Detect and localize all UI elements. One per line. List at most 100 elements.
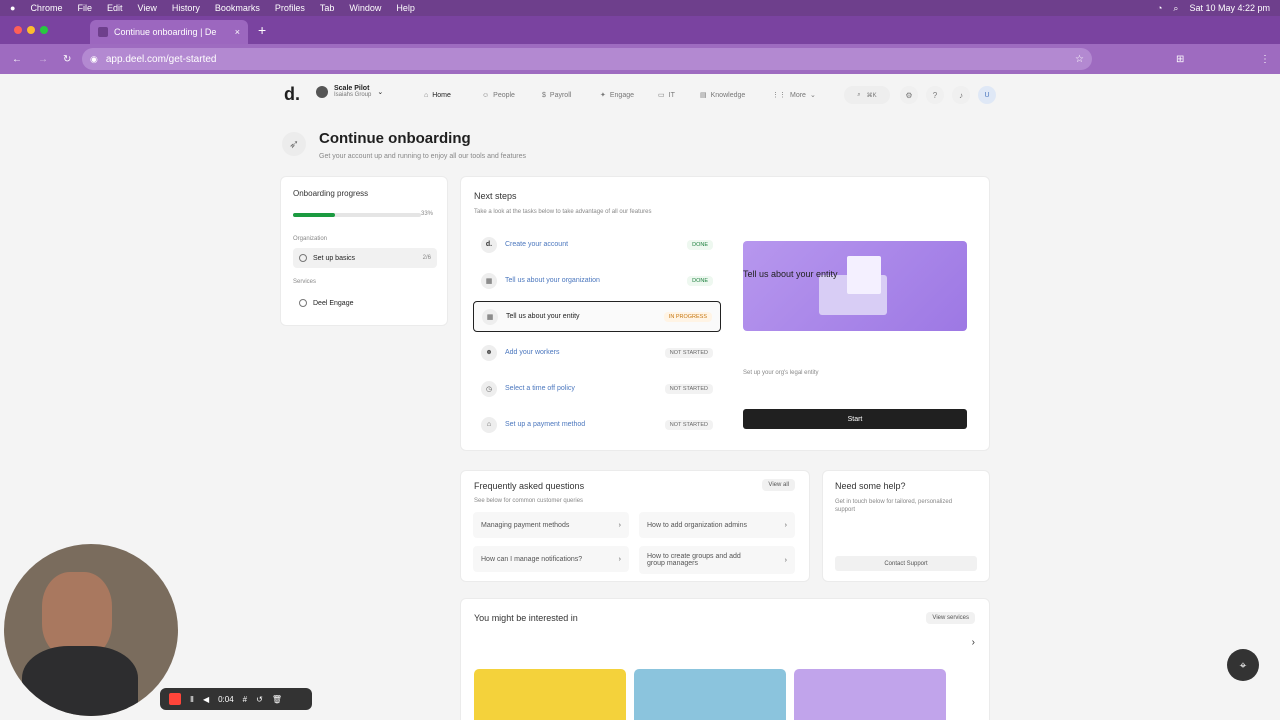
setup-basics-label: Set up basics: [313, 254, 356, 262]
person-jacket: [22, 646, 138, 716]
menu-chrome[interactable]: Chrome: [30, 3, 62, 13]
search-button[interactable]: ⌕ ⌘K: [844, 86, 890, 104]
reload-icon[interactable]: ↻: [63, 54, 71, 65]
step-organization[interactable]: ▦ Tell us about your organization DONE: [473, 265, 721, 296]
nav-knowledge[interactable]: ▤ Knowledge: [700, 86, 745, 104]
macos-menu-bar: ● Chrome File Edit View History Bookmark…: [0, 0, 1280, 16]
contact-support-button[interactable]: Contact Support: [835, 556, 977, 571]
engage-icon: ✦: [600, 92, 606, 99]
service-card[interactable]: [794, 669, 946, 720]
help-button[interactable]: ?: [926, 86, 944, 104]
forward-icon[interactable]: →: [38, 54, 48, 65]
faq-view-all-button[interactable]: View all: [762, 479, 795, 491]
nav-payroll[interactable]: $ Payroll: [542, 86, 571, 104]
payroll-icon: $: [542, 91, 546, 99]
menu-bookmarks[interactable]: Bookmarks: [215, 3, 260, 13]
wifi-icon[interactable]: ◔: [1157, 3, 1162, 13]
setup-basics-item[interactable]: Set up basics 2/6: [293, 248, 437, 268]
chevron-right-icon: ›: [784, 521, 787, 529]
avatar[interactable]: U: [978, 86, 996, 104]
progress-ring-icon: [299, 254, 307, 262]
menu-file[interactable]: File: [77, 3, 92, 13]
people-icon: ☺: [482, 91, 490, 99]
nav-people[interactable]: ☺ People: [482, 86, 515, 104]
chevron-right-icon: ›: [784, 556, 787, 564]
trash-icon[interactable]: 🗑: [272, 695, 282, 704]
service-card[interactable]: [474, 669, 626, 720]
services-label: Services: [293, 279, 317, 285]
step-create-account[interactable]: d. Create your account DONE: [473, 229, 721, 260]
webcam-overlay: [4, 544, 178, 716]
grid-icon[interactable]: #: [243, 695, 247, 704]
browser-tab[interactable]: Continue onboarding | De ×: [90, 20, 248, 44]
laptop-icon: ▭: [658, 92, 665, 99]
next-steps-title: Next steps: [474, 191, 517, 201]
notifications-button[interactable]: ♪: [952, 86, 970, 104]
carousel-next-icon[interactable]: ›: [972, 637, 975, 648]
faq-item[interactable]: How can I manage notifications? ›: [473, 546, 629, 572]
nav-engage[interactable]: ✦ Engage: [600, 86, 634, 104]
restart-icon[interactable]: ↺: [256, 695, 263, 704]
help-description: Get in touch below for tailored, persona…: [835, 499, 953, 513]
faq-item-label: How to create groups and add group manag…: [647, 553, 741, 567]
deel-logo[interactable]: d.: [284, 84, 300, 105]
browser-menu-icon[interactable]: ⋮: [1260, 54, 1270, 65]
menu-profiles[interactable]: Profiles: [275, 3, 305, 13]
faq-subtitle: See below for common customer queries: [474, 498, 584, 504]
scroll-top-button[interactable]: ⌖: [1227, 649, 1259, 681]
entity-card-description: Set up your org's legal entity: [743, 370, 819, 376]
entity-illustration: [743, 241, 967, 331]
menu-history[interactable]: History: [172, 3, 200, 13]
site-info-icon[interactable]: ◉: [90, 54, 98, 65]
progress-bar: [293, 213, 421, 217]
browser-tab-bar: Continue onboarding | De × +: [0, 16, 1280, 44]
workspace-switcher[interactable]: Scale Pilot Isaiahs Group ⌄: [316, 85, 383, 98]
rocket-icon: ➶: [282, 132, 306, 156]
record-stop-icon[interactable]: [169, 693, 181, 705]
search-icon[interactable]: ⌕: [1173, 3, 1178, 14]
deel-page: d. Scale Pilot Isaiahs Group ⌄ ⌂ Home ☺ P…: [0, 74, 1280, 720]
entity-card-title: Tell us about your entity: [743, 269, 838, 279]
nav-home[interactable]: ⌂ Home: [424, 86, 451, 104]
step-time-off[interactable]: ◷ Select a time off policy NOT STARTED: [473, 373, 721, 404]
close-tab-icon[interactable]: ×: [235, 27, 240, 37]
step-workers[interactable]: ☻ Add your workers NOT STARTED: [473, 337, 721, 368]
faq-item[interactable]: How to add organization admins ›: [639, 512, 795, 538]
menu-window[interactable]: Window: [349, 3, 381, 13]
nav-more[interactable]: ⋮⋮ More ⌄: [772, 86, 816, 104]
minimize-window-icon[interactable]: [27, 26, 35, 34]
menu-view[interactable]: View: [137, 3, 156, 13]
nav-it[interactable]: ▭ IT: [658, 86, 675, 104]
menu-help[interactable]: Help: [396, 3, 415, 13]
next-steps-subtitle: Take a look at the tasks below to take a…: [474, 209, 652, 215]
workers-icon: ☻: [481, 344, 497, 361]
back-icon[interactable]: ←: [12, 54, 22, 65]
nav-label: Payroll: [549, 91, 572, 99]
step-entity[interactable]: ▦ Tell us about your entity IN PROGRESS: [473, 301, 721, 332]
interest-title: You might be interested in: [474, 613, 578, 623]
view-services-button[interactable]: View services: [926, 612, 975, 624]
bookmark-star-icon[interactable]: ☆: [1075, 54, 1084, 65]
url-field[interactable]: ◉ app.deel.com/get-started ☆: [82, 48, 1092, 70]
close-window-icon[interactable]: [14, 26, 22, 34]
apple-icon[interactable]: ●: [10, 3, 15, 13]
step-payment[interactable]: ⌂ Set up a payment method NOT STARTED: [473, 409, 721, 440]
extensions-icon[interactable]: ⊞: [1176, 54, 1184, 65]
faq-item[interactable]: Managing payment methods ›: [473, 512, 629, 538]
rewind-icon[interactable]: ◀: [203, 695, 209, 704]
faq-item-label: Managing payment methods: [481, 521, 570, 529]
menu-tab[interactable]: Tab: [320, 3, 335, 13]
new-tab-icon[interactable]: +: [258, 22, 266, 38]
service-card[interactable]: [634, 669, 786, 720]
menu-edit[interactable]: Edit: [107, 3, 123, 13]
settings-button[interactable]: ⚙: [900, 86, 918, 104]
book-icon: ▤: [700, 92, 707, 99]
workspace-name: Scale Pilot: [334, 85, 370, 92]
pause-icon[interactable]: Ⅱ: [190, 695, 194, 704]
clock[interactable]: Sat 10 May 4:22 pm: [1189, 3, 1270, 13]
faq-item[interactable]: How to create groups and add group manag…: [639, 546, 795, 574]
deel-engage-item[interactable]: Deel Engage: [299, 299, 353, 307]
zoom-window-icon[interactable]: [40, 26, 48, 34]
start-button[interactable]: Start: [743, 409, 967, 429]
building-icon: ▦: [481, 272, 497, 289]
